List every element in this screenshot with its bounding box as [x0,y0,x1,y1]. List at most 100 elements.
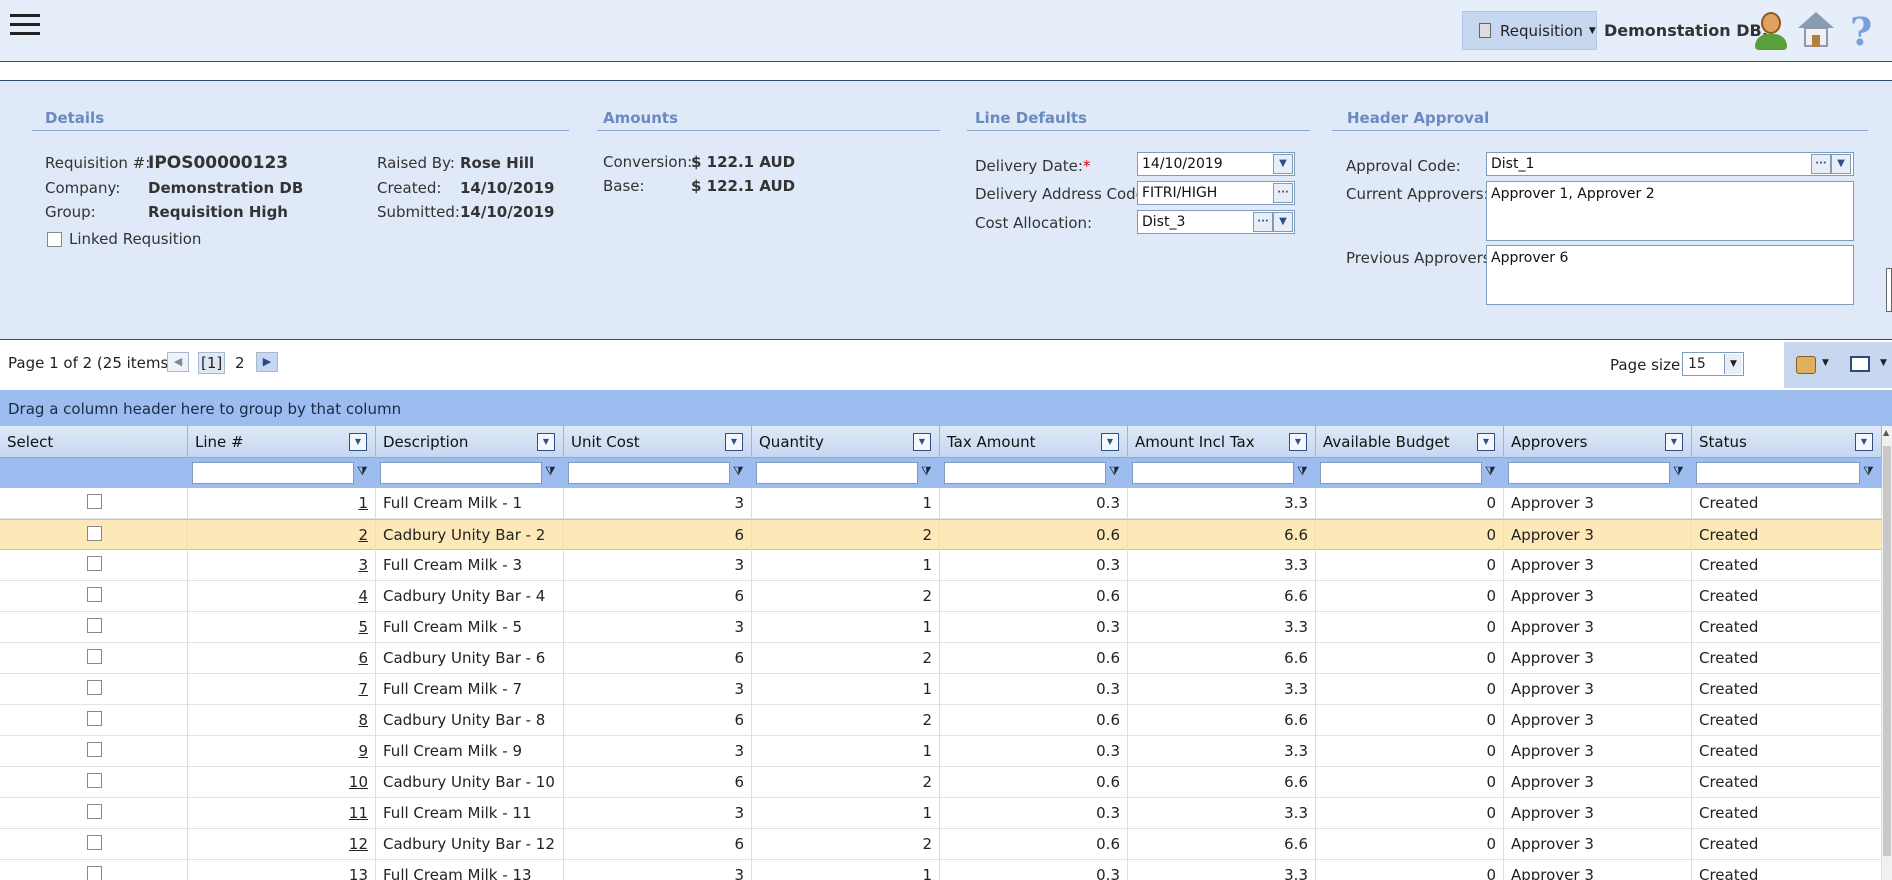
row-select-checkbox[interactable] [87,680,102,695]
approval-code-field[interactable]: Dist_1 [1486,152,1854,176]
table-row[interactable]: 10 Cadbury Unity Bar - 10 6 2 0.6 6.6 0 Approve… [0,767,1882,798]
approval-code-lookup-button[interactable]: ··· [1811,154,1831,174]
column-header-approvers[interactable]: Approvers ▼ [1504,426,1692,458]
row-select-checkbox[interactable] [87,866,102,880]
column-filter-dropdown-icon[interactable]: ▼ [1855,433,1873,451]
column-header-description[interactable]: Description ▼ [376,426,564,458]
filter-input-available-budget[interactable] [1320,462,1482,484]
table-row[interactable]: 12 Cadbury Unity Bar - 12 6 2 0.6 6.6 0 Approve… [0,829,1882,860]
filter-icon[interactable]: ⧩ [545,464,559,480]
filter-icon[interactable]: ⧩ [357,464,371,480]
filter-icon[interactable]: ⧩ [1673,464,1687,480]
column-filter-dropdown-icon[interactable]: ▼ [1477,433,1495,451]
filter-icon[interactable]: ⧩ [921,464,935,480]
user-icon[interactable] [1751,10,1791,52]
column-chooser-icon[interactable] [1850,356,1870,372]
filter-input-amount-incl-tax[interactable] [1132,462,1294,484]
column-header-line-number[interactable]: Line # ▼ [188,426,376,458]
filter-input-status[interactable] [1696,462,1860,484]
scrollbar-thumb[interactable] [1883,446,1891,856]
row-select-checkbox[interactable] [87,835,102,850]
next-page-button[interactable]: ▶ [256,352,278,372]
line-number-link[interactable]: 1 [358,494,368,512]
cost-allocation-dropdown[interactable]: ▼ [1273,212,1293,232]
line-number-link[interactable]: 2 [358,526,368,544]
hamburger-icon[interactable] [10,14,40,38]
column-header-quantity[interactable]: Quantity ▼ [752,426,940,458]
line-number-link[interactable]: 3 [358,556,368,574]
table-row[interactable]: 4 Cadbury Unity Bar - 4 6 2 0.6 6.6 0 Approver … [0,581,1882,612]
filter-input-description[interactable] [380,462,542,484]
table-row[interactable]: 5 Full Cream Milk - 5 3 1 0.3 3.3 0 Approver 3C… [0,612,1882,643]
column-header-amount-incl-tax[interactable]: Amount Incl Tax ▼ [1128,426,1316,458]
row-select-checkbox[interactable] [87,649,102,664]
column-header-select[interactable]: Select [0,426,188,458]
linked-requisition-checkbox[interactable] [47,232,62,247]
column-filter-dropdown-icon[interactable]: ▼ [1289,433,1307,451]
table-row[interactable]: 13 Full Cream Milk - 13 3 1 0.3 3.3 0 Approver … [0,860,1882,880]
delivery-date-field[interactable]: 14/10/2019 [1137,152,1295,176]
column-filter-dropdown-icon[interactable]: ▼ [725,433,743,451]
approval-code-dropdown[interactable]: ▼ [1831,154,1851,174]
column-header-unit-cost[interactable]: Unit Cost ▼ [564,426,752,458]
filter-input-line-number[interactable] [192,462,354,484]
line-number-link[interactable]: 4 [358,587,368,605]
filter-input-tax-amount[interactable] [944,462,1106,484]
row-select-checkbox[interactable] [87,742,102,757]
line-number-link[interactable]: 13 [349,866,368,880]
filter-icon[interactable]: ⧩ [1109,464,1123,480]
grid-vertical-scrollbar[interactable]: ▲ [1882,426,1892,880]
chevron-down-icon[interactable]: ▼ [1880,358,1887,368]
filter-icon[interactable]: ⧩ [733,464,747,480]
row-select-checkbox[interactable] [87,556,102,571]
requisition-menu-button[interactable]: Requisition ▼ [1462,11,1597,50]
row-select-checkbox[interactable] [87,587,102,602]
filter-icon[interactable]: ⧩ [1863,464,1877,480]
line-number-link[interactable]: 12 [349,835,368,853]
column-filter-dropdown-icon[interactable]: ▼ [1101,433,1119,451]
previous-approvers-field[interactable]: Approver 6 [1486,245,1854,305]
chevron-down-icon[interactable]: ▼ [1822,358,1829,368]
group-by-panel[interactable]: Drag a column header here to group by th… [0,390,1892,426]
help-icon[interactable]: ? [1850,9,1872,54]
current-approvers-field[interactable]: Approver 1, Approver 2 [1486,181,1854,241]
table-row[interactable]: 7 Full Cream Milk - 7 3 1 0.3 3.3 0 Approver 3C… [0,674,1882,705]
line-number-link[interactable]: 9 [358,742,368,760]
delivery-date-dropdown[interactable]: ▼ [1273,154,1293,174]
filter-icon[interactable]: ⧩ [1297,464,1311,480]
filter-input-quantity[interactable] [756,462,918,484]
scroll-up-icon[interactable]: ▲ [1883,428,1889,437]
column-header-tax-amount[interactable]: Tax Amount ▼ [940,426,1128,458]
line-number-link[interactable]: 10 [349,773,368,791]
filter-input-unit-cost[interactable] [568,462,730,484]
row-select-checkbox[interactable] [87,618,102,633]
table-row[interactable]: 2 Cadbury Unity Bar - 2 6 2 0.6 6.6 0 Approver … [0,519,1882,551]
table-row[interactable]: 3 Full Cream Milk - 3 3 1 0.3 3.3 0 Approver 3C… [0,550,1882,581]
filter-icon[interactable]: ⧩ [1485,464,1499,480]
line-number-link[interactable]: 6 [358,649,368,667]
page-2-link[interactable]: 2 [235,354,245,372]
row-select-checkbox[interactable] [87,711,102,726]
line-number-link[interactable]: 5 [358,618,368,636]
row-select-checkbox[interactable] [87,773,102,788]
cost-allocation-lookup-button[interactable]: ··· [1253,212,1273,232]
filter-input-approvers[interactable] [1508,462,1670,484]
column-filter-dropdown-icon[interactable]: ▼ [1665,433,1683,451]
column-filter-dropdown-icon[interactable]: ▼ [537,433,555,451]
column-filter-dropdown-icon[interactable]: ▼ [349,433,367,451]
previous-page-button[interactable]: ◀ [167,352,189,372]
row-select-checkbox[interactable] [87,494,102,509]
home-icon[interactable] [1798,12,1834,48]
page-size-select[interactable]: 15 ▼ [1682,352,1744,376]
column-filter-dropdown-icon[interactable]: ▼ [913,433,931,451]
line-number-link[interactable]: 11 [349,804,368,822]
table-row[interactable]: 8 Cadbury Unity Bar - 8 6 2 0.6 6.6 0 Approver … [0,705,1882,736]
line-number-link[interactable]: 8 [358,711,368,729]
header-panel-scrollbar[interactable] [1886,268,1892,312]
line-number-link[interactable]: 7 [358,680,368,698]
table-row[interactable]: 6 Cadbury Unity Bar - 6 6 2 0.6 6.6 0 Approver … [0,643,1882,674]
table-row[interactable]: 11 Full Cream Milk - 11 3 1 0.3 3.3 0 Approver … [0,798,1882,829]
export-icon[interactable] [1796,356,1816,374]
table-row[interactable]: 1 Full Cream Milk - 1 3 1 0.3 3.3 0 Approver 3C… [0,488,1882,519]
row-select-checkbox[interactable] [87,526,102,541]
